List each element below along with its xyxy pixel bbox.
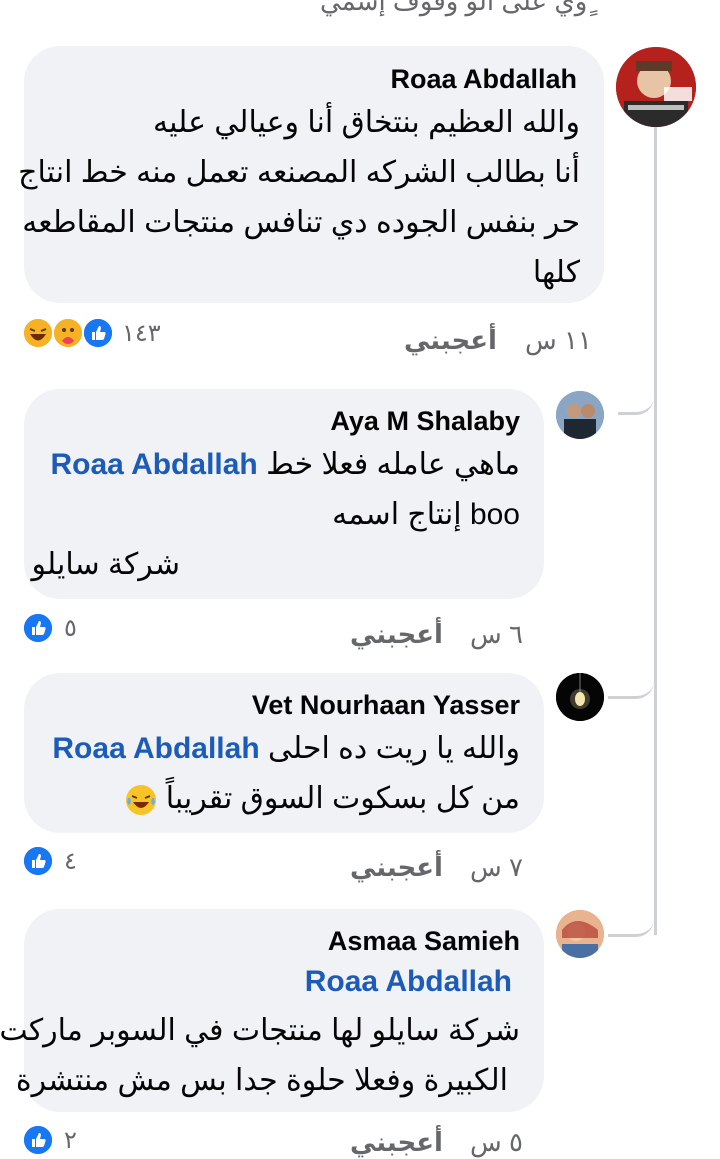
profile-photo-icon	[556, 391, 604, 439]
light-bulb-icon	[556, 673, 604, 721]
profile-photo-icon	[556, 910, 604, 958]
reactions-summary[interactable]: ٤	[22, 843, 102, 879]
comment-text: شركة سايلو لها منتجات في السوبر ماركت	[0, 1014, 520, 1047]
reactions-summary[interactable]: ٥	[22, 610, 102, 646]
avatar[interactable]	[556, 910, 604, 958]
reaction-count: ٤	[64, 848, 77, 875]
comment-timestamp[interactable]: ١١ س	[525, 325, 592, 356]
reactions-summary[interactable]: ٢	[22, 1122, 102, 1156]
avatar[interactable]	[556, 391, 604, 439]
thread-connector	[618, 392, 654, 415]
haha-reaction-icon	[22, 317, 54, 349]
like-button[interactable]: أعجبني	[350, 1127, 443, 1158]
like-button[interactable]: أعجبني	[350, 619, 443, 650]
reactions-summary[interactable]: ١٤٣	[22, 315, 172, 351]
comment-text: والله يا ريت ده احلى Roaa Abdallah	[52, 734, 520, 764]
comment-timestamp[interactable]: ٥ س	[470, 1127, 523, 1158]
comment-author[interactable]: Aya M Shalaby	[330, 406, 520, 437]
mention-link[interactable]: Roaa Abdallah	[50, 448, 257, 481]
comment-timestamp[interactable]: ٦ س	[470, 619, 523, 650]
like-reaction-icon	[82, 317, 114, 349]
comment-text: من كل بسكوت السوق تقريباً	[125, 784, 520, 816]
comment-text: والله العظيم بنتخاق أنا وعيالي عليه	[153, 106, 580, 139]
comment-text: boo إنتاج اسمه	[332, 498, 520, 531]
comment-text: أنا بطالب الشركه المصنعه تعمل منه خط انت…	[18, 156, 580, 189]
thread-connector	[608, 912, 654, 937]
reaction-count: ٥	[64, 615, 77, 642]
profile-photo-icon	[616, 47, 696, 127]
comment-text-body: والله يا ريت ده احلى	[268, 732, 520, 765]
comment-text: شركة سايلو	[31, 548, 180, 581]
avatar[interactable]	[556, 673, 604, 721]
reaction-count: ١٤٣	[122, 320, 161, 347]
thread-line	[654, 120, 657, 935]
laughing-tears-emoji-icon	[125, 784, 157, 816]
comment-text: كلها	[532, 256, 580, 289]
comment-author[interactable]: Asmaa Samieh	[328, 926, 520, 957]
like-reaction-icon	[22, 845, 54, 877]
comment-text-body: ماهي عامله فعلا خط	[266, 448, 520, 481]
care-reaction-icon	[52, 317, 84, 349]
comment-text: الكبيرة وفعلا حلوة جدا بس مش منتشرة	[15, 1064, 508, 1097]
comment-text-body: من كل بسكوت السوق تقريباً	[165, 782, 520, 815]
like-reaction-icon	[22, 1124, 54, 1156]
like-reaction-icon	[22, 612, 54, 644]
mention-link[interactable]: Roaa Abdallah	[52, 732, 259, 765]
comment-author[interactable]: Vet Nourhaan Yasser	[252, 690, 520, 721]
comment-text: ماهي عامله فعلا خط Roaa Abdallah	[50, 450, 520, 480]
avatar[interactable]	[616, 47, 696, 127]
thread-connector	[608, 676, 654, 699]
like-button[interactable]: أعجبني	[404, 325, 497, 356]
comment-timestamp[interactable]: ٧ س	[470, 852, 523, 883]
previous-comment-fragment: ٍوي على الو وقوف إسمي	[320, 0, 588, 16]
comment-text: حر بنفس الجوده دي تنافس منتجات المقاطعه	[22, 206, 580, 239]
comment-author[interactable]: Roaa Abdallah	[390, 64, 577, 95]
mention-link[interactable]: Roaa Abdallah	[305, 967, 512, 997]
like-button[interactable]: أعجبني	[350, 852, 443, 883]
reaction-count: ٢	[64, 1127, 77, 1154]
